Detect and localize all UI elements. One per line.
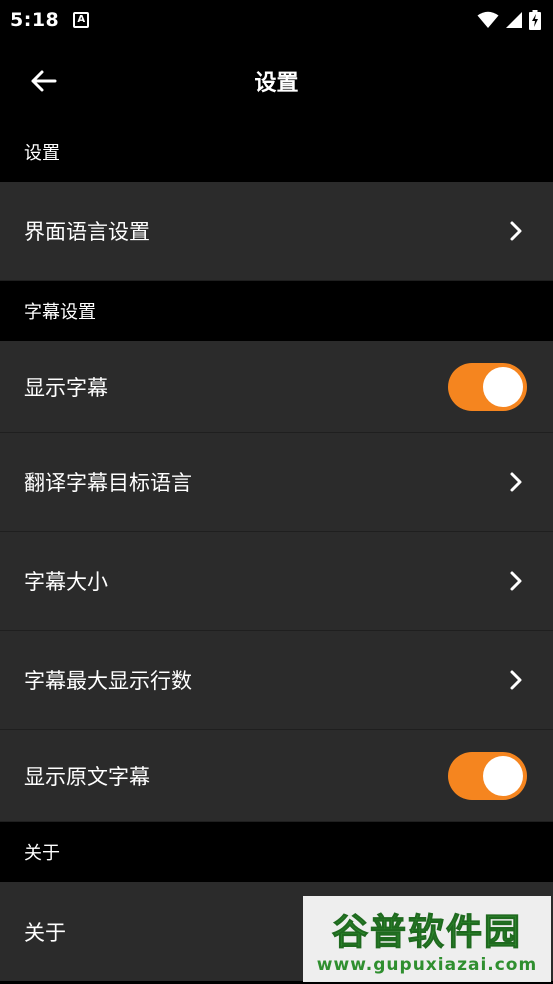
chevron-right-icon	[505, 471, 527, 493]
watermark-title: 谷普软件园	[331, 912, 522, 954]
chevron-right-icon	[505, 220, 527, 242]
setting-label: 字幕最大显示行数	[24, 669, 192, 693]
status-left: 5:18 A	[10, 9, 90, 31]
chevron-right-icon	[505, 669, 527, 691]
toolbar: 设置	[0, 40, 553, 122]
setting-show-subtitles[interactable]: 显示字幕	[0, 341, 553, 433]
setting-translate-target-language[interactable]: 翻译字幕目标语言	[0, 433, 553, 532]
setting-subtitle-size[interactable]: 字幕大小	[0, 532, 553, 631]
setting-label: 显示字幕	[24, 375, 108, 400]
section-header-general: 设置	[0, 122, 553, 182]
setting-subtitle-max-lines[interactable]: 字幕最大显示行数	[0, 631, 553, 730]
setting-label: 关于	[24, 920, 66, 945]
signal-icon	[506, 12, 522, 28]
notification-a-icon: A	[73, 12, 90, 28]
status-clock: 5:18	[10, 9, 60, 31]
status-right	[477, 10, 541, 30]
wifi-icon	[477, 11, 499, 28]
setting-ui-language[interactable]: 界面语言设置	[0, 182, 553, 281]
arrow-left-icon	[31, 70, 57, 92]
chevron-right-icon	[505, 570, 527, 592]
back-button[interactable]	[22, 60, 64, 102]
section-header-subtitles: 字幕设置	[0, 281, 553, 341]
settings-list: 设置 界面语言设置 字幕设置 显示字幕 翻译字幕目标语言 字幕大小 字幕最大显示…	[0, 122, 553, 981]
page-title: 设置	[254, 71, 299, 96]
battery-charging-icon	[529, 10, 541, 30]
setting-label: 界面语言设置	[24, 220, 150, 244]
show-subtitles-toggle[interactable]	[448, 362, 527, 411]
setting-label: 显示原文字幕	[24, 764, 150, 789]
watermark-url: www.gupuxiazai.com	[316, 955, 538, 975]
show-original-subtitles-toggle[interactable]	[448, 751, 527, 800]
section-header-about: 关于	[0, 822, 553, 882]
setting-show-original-subtitles[interactable]: 显示原文字幕	[0, 730, 553, 822]
setting-label: 字幕大小	[24, 570, 108, 594]
status-bar: 5:18 A	[0, 0, 553, 40]
watermark: 谷普软件园 www.gupuxiazai.com	[303, 896, 551, 982]
toggle-knob	[483, 366, 523, 407]
setting-label: 翻译字幕目标语言	[24, 471, 192, 495]
settings-screen: 5:18 A 设置 设置 界面语言设置 字幕设置 显示字幕 翻译字幕目标语言 字…	[0, 0, 553, 984]
toggle-knob	[483, 755, 523, 796]
